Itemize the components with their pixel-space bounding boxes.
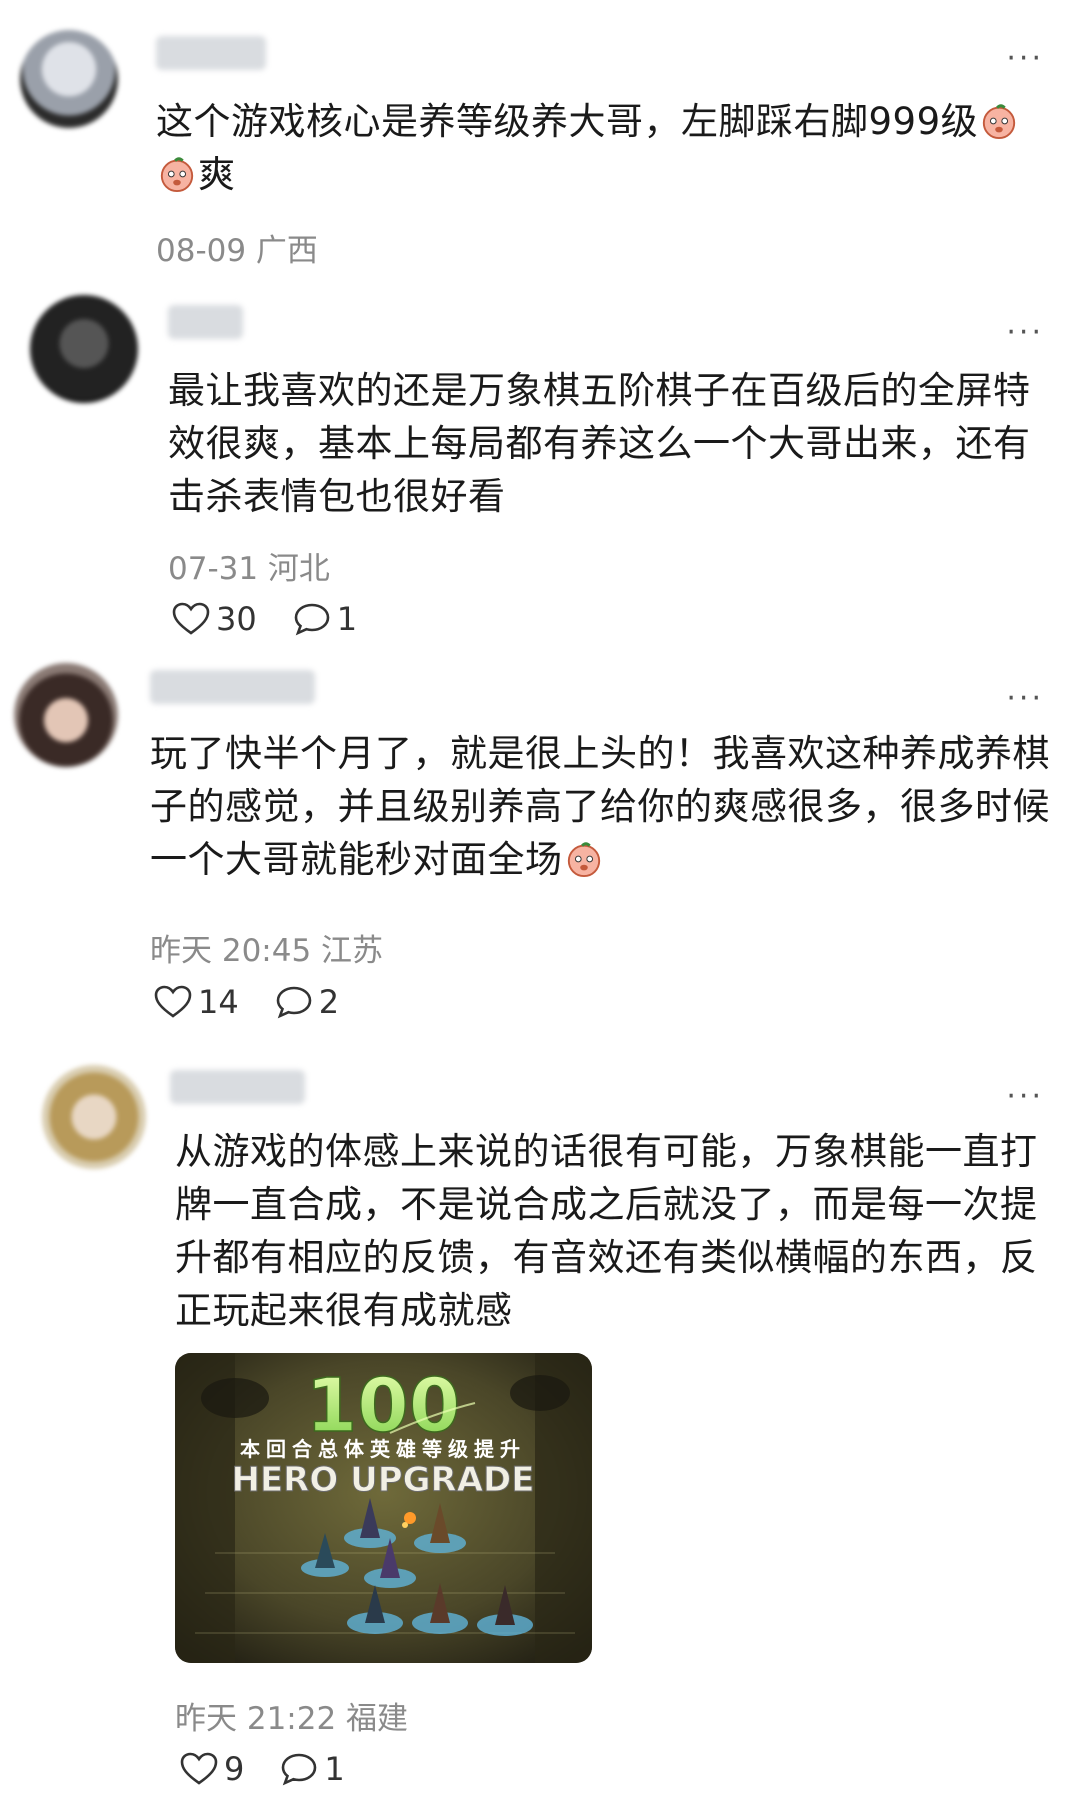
more-options-icon[interactable]: ···: [1006, 44, 1044, 74]
username[interactable]: [156, 36, 266, 70]
like-button[interactable]: 9: [180, 1750, 244, 1788]
comment-text: 从游戏的体感上来说的话很有可能，万象棋能一直打牌一直合成，不是说合成之后就没了，…: [175, 1130, 1038, 1332]
username[interactable]: [150, 670, 315, 704]
like-button[interactable]: 30: [172, 600, 257, 638]
heart-icon: [154, 985, 192, 1018]
game-scene: 100 本回合总体英雄等级提升 HERO UPGRADE: [175, 1353, 592, 1663]
more-options-icon[interactable]: ···: [1006, 318, 1044, 348]
comment-actions: 14 2: [154, 983, 375, 1021]
banner-subtitle: 本回合总体英雄等级提升: [240, 1437, 526, 1461]
comment-text: 这个游戏核心是养等级养大哥，左脚踩右脚999级爽: [156, 95, 1036, 201]
comment-text: 最让我喜欢的还是万象棋五阶棋子在百级后的全屏特效很爽，基本上每局都有养这么一个大…: [168, 369, 1031, 518]
banner-title: HERO UPGRADE: [232, 1460, 535, 1500]
like-button[interactable]: 14: [154, 983, 239, 1021]
avatar[interactable]: [14, 663, 118, 767]
like-count: 30: [216, 600, 257, 638]
comment-text: 玩了快半个月了，就是很上头的！我喜欢这种养成养棋子的感觉，并且级别养高了给你的爽…: [150, 732, 1050, 881]
avatar[interactable]: [20, 30, 118, 128]
like-count: 9: [224, 1750, 245, 1788]
comment-meta: 08-09 广西: [156, 233, 318, 269]
comment-bubble-icon: [276, 986, 312, 1019]
more-options-icon[interactable]: ···: [1006, 684, 1044, 714]
comment-meta: 07-31 河北: [168, 551, 330, 587]
comment-actions: 9 1: [180, 1750, 381, 1788]
game-screenshot-image[interactable]: 100 本回合总体英雄等级提升 HERO UPGRADE: [175, 1353, 592, 1663]
comment-bubble-icon: [282, 1753, 317, 1786]
peach-emoji-icon: [567, 842, 600, 878]
heart-icon: [180, 1752, 218, 1785]
avatar[interactable]: [30, 295, 138, 403]
comment-meta: 昨天 20:45 江苏: [150, 933, 384, 969]
like-count: 14: [198, 983, 239, 1021]
reply-button[interactable]: 1: [280, 1750, 345, 1788]
peach-emoji-icon: [982, 104, 1016, 140]
avatar[interactable]: [42, 1065, 146, 1169]
reply-count: 1: [324, 1750, 345, 1788]
peach-emoji-icon: [160, 157, 194, 193]
more-options-icon[interactable]: ···: [1006, 1082, 1044, 1112]
comment-bubble-icon: [294, 603, 330, 636]
comment-meta: 昨天 21:22 福建: [175, 1701, 409, 1737]
reply-count: 2: [318, 983, 340, 1021]
username[interactable]: [168, 305, 243, 339]
reply-count: 1: [336, 600, 358, 638]
comment-actions: 30 1: [172, 600, 393, 638]
reply-button[interactable]: 2: [275, 983, 339, 1021]
username[interactable]: [170, 1070, 305, 1104]
heart-icon: [172, 602, 210, 635]
reply-button[interactable]: 1: [293, 600, 357, 638]
